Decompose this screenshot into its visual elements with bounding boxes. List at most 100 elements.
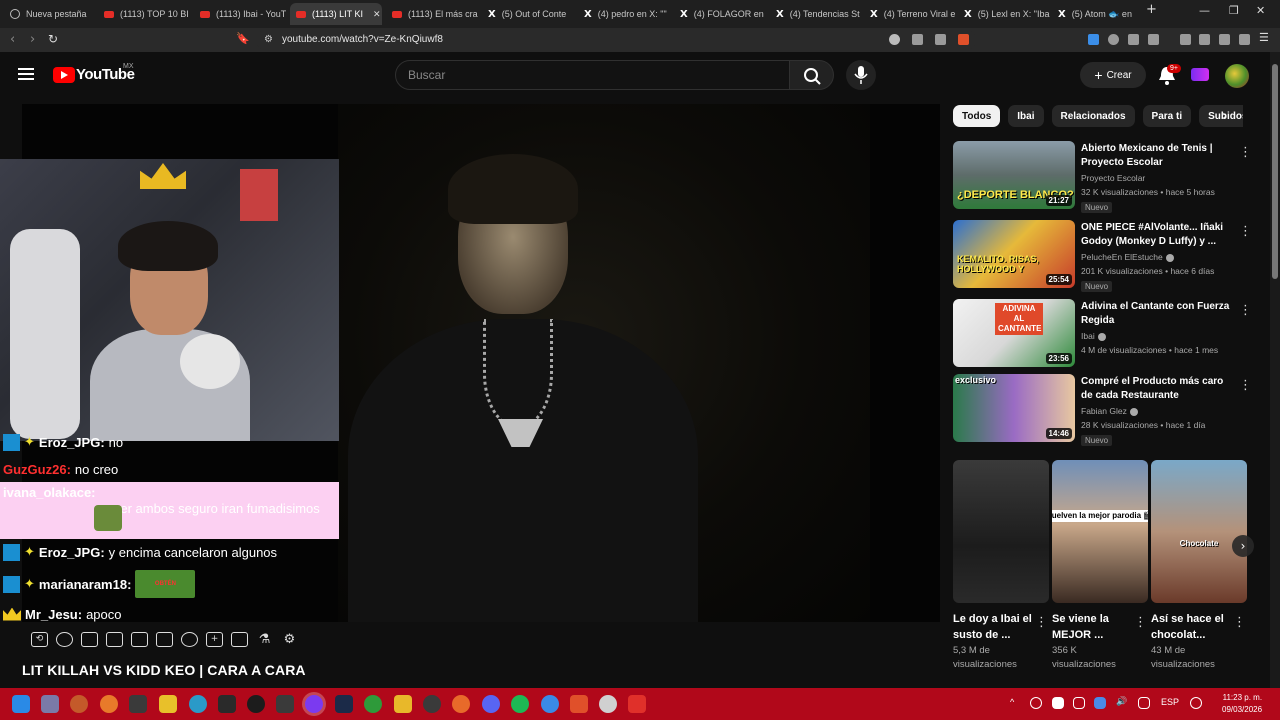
tab-youtube-mas-cra[interactable]: (1113) El más cra <box>386 3 478 25</box>
xbox-icon[interactable] <box>364 695 382 713</box>
speed-icon[interactable] <box>181 631 198 647</box>
app-icon[interactable] <box>70 695 88 713</box>
theater-mode-icon[interactable] <box>156 631 173 647</box>
site-info-icon[interactable]: ⚙ <box>264 34 273 45</box>
tab-x-lexl[interactable]: X (5) Lexl en X: "Iba <box>958 3 1050 25</box>
chevron-right-icon[interactable]: › <box>1222 108 1228 124</box>
extension-icon[interactable] <box>1088 34 1099 45</box>
chevron-up-icon[interactable]: ^ <box>1010 697 1014 707</box>
minimize-icon[interactable]: — <box>1199 4 1210 17</box>
create-button[interactable]: + Crear <box>1080 62 1146 88</box>
extension-icon[interactable] <box>1108 34 1119 45</box>
tray-icon[interactable] <box>1052 697 1064 709</box>
wallet-icon[interactable] <box>1219 34 1230 45</box>
broadcast-icon[interactable] <box>56 631 73 647</box>
more-options-icon[interactable]: ⋮ <box>1239 145 1252 160</box>
more-options-icon[interactable]: ⋮ <box>1239 303 1252 318</box>
short-title[interactable]: Le doy a Ibai el susto de ... <box>953 611 1035 643</box>
account-avatar[interactable] <box>1225 64 1249 88</box>
firefox-icon[interactable] <box>452 695 470 713</box>
chrome-icon[interactable] <box>541 695 559 713</box>
recommendation-item[interactable]: KEMALITO. RISAS, HOLLYWOOD Y 25:54 ONE P… <box>953 220 1253 294</box>
short-item[interactable]: Le doy a Ibai el susto de ... 5,3 M de v… <box>953 460 1049 676</box>
close-window-icon[interactable]: ✕ <box>1256 4 1265 17</box>
close-tab-icon[interactable]: ✕ <box>373 9 381 20</box>
app-icon[interactable] <box>129 695 147 713</box>
chip-ibai[interactable]: Ibai <box>1008 105 1044 127</box>
folder-icon[interactable] <box>394 695 412 713</box>
short-thumbnail[interactable]: Chocolate <box>1151 460 1247 603</box>
recommendation-item[interactable]: exclusivo 14:46 Compré el Producto más c… <box>953 374 1253 448</box>
video-thumbnail[interactable]: ¿DEPORTE BLANCO? 21:27 <box>953 141 1075 209</box>
brave-icon[interactable] <box>570 695 588 713</box>
share-icon[interactable] <box>935 34 946 45</box>
recommendation-title[interactable]: Adivina el Cantante con Fuerza Regida <box>1081 300 1233 328</box>
app-icon[interactable] <box>100 695 118 713</box>
flask-icon[interactable]: ⚗ <box>256 632 273 647</box>
page-scrollbar[interactable] <box>1270 52 1280 688</box>
hamburger-menu-icon[interactable] <box>18 68 34 80</box>
app-icon[interactable] <box>628 695 646 713</box>
bookmark-icon[interactable]: 🔖 <box>236 32 250 45</box>
tab-youtube-lit-killah[interactable]: (1113) LIT KI ✕ <box>290 3 382 25</box>
extension-icon[interactable] <box>1148 34 1159 45</box>
media-icon[interactable] <box>1180 34 1191 45</box>
loop-icon[interactable]: ⟲ <box>31 631 48 647</box>
new-tab-button[interactable]: + <box>1146 2 1157 17</box>
spotify-icon[interactable] <box>511 695 529 713</box>
tray-icon[interactable] <box>1030 697 1042 709</box>
video-thumbnail[interactable]: ADIVINA AL CANTANTE 23:56 <box>953 299 1075 367</box>
voice-search-button[interactable] <box>846 60 876 90</box>
edge-icon[interactable] <box>189 695 207 713</box>
channel-name[interactable]: Ibai <box>1081 331 1106 341</box>
tab-youtube-top10[interactable]: (1113) TOP 10 BI <box>98 3 190 25</box>
menu-icon[interactable]: ☰ <box>1259 31 1270 44</box>
tab-x-folagor[interactable]: X (4) FOLAGOR en <box>674 3 766 25</box>
channel-name[interactable]: Fabian Glez <box>1081 406 1138 416</box>
tab-x-pedro[interactable]: X (4) pedro en X: "" <box>578 3 670 25</box>
tab-new-tab[interactable]: Nueva pestaña <box>4 3 94 25</box>
back-icon[interactable]: ‹ <box>10 32 15 47</box>
app-icon[interactable] <box>247 695 265 713</box>
video-thumbnail[interactable]: exclusivo 14:46 <box>953 374 1075 442</box>
taskbar-clock[interactable]: 11:23 p. m. 09/03/2026 <box>1222 692 1262 716</box>
url-field[interactable]: youtube.com/watch?v=Ze-KnQiuwf8 <box>256 30 976 50</box>
more-options-icon[interactable]: ⋮ <box>1239 378 1252 393</box>
short-item[interactable]: Chocolate Así se hace el chocolat... 43 … <box>1151 460 1247 676</box>
twitch-extension-icon[interactable] <box>1191 68 1209 81</box>
steam-icon[interactable] <box>1094 697 1106 709</box>
chip-for-you[interactable]: Para ti <box>1142 105 1192 127</box>
screenshot-icon[interactable] <box>231 631 248 647</box>
tab-x-terreno-viral[interactable]: X (4) Terreno Viral e <box>864 3 956 25</box>
language-indicator[interactable]: ESP <box>1161 697 1179 707</box>
tray-icon[interactable] <box>1190 697 1202 709</box>
scrollbar-thumb[interactable] <box>1272 64 1278 279</box>
network-icon[interactable] <box>1138 697 1150 709</box>
recommendation-item[interactable]: ¿DEPORTE BLANCO? 21:27 Abierto Mexicano … <box>953 141 1253 215</box>
restore-icon[interactable]: ❐ <box>1229 4 1239 17</box>
more-options-icon[interactable]: ⋮ <box>1035 615 1048 630</box>
windows-start-icon[interactable] <box>12 695 30 713</box>
app-icon[interactable] <box>41 695 59 713</box>
recommendation-item[interactable]: ADIVINA AL CANTANTE 23:56 Adivina el Can… <box>953 299 1253 373</box>
app-icon[interactable] <box>218 695 236 713</box>
photoshop-icon[interactable] <box>335 695 353 713</box>
search-input[interactable] <box>395 60 790 90</box>
tab-x-tendencias[interactable]: X (4) Tendencias St <box>770 3 862 25</box>
volume-icon[interactable]: 🔊 <box>1116 697 1127 707</box>
reload-icon[interactable]: ↻ <box>48 32 58 46</box>
forward-icon[interactable]: › <box>30 32 35 47</box>
tab-x-atom[interactable]: X (5) Atom 🐟 en <box>1052 3 1138 25</box>
search-button[interactable] <box>789 60 834 90</box>
youtube-logo-icon[interactable] <box>53 67 75 83</box>
picture-in-picture-icon[interactable] <box>131 631 148 647</box>
recommendation-title[interactable]: ONE PIECE #AlVolante... Iñaki Godoy (Mon… <box>1081 221 1233 249</box>
brave-shield-icon[interactable] <box>958 34 969 45</box>
app-icon[interactable] <box>276 695 294 713</box>
recommendation-title[interactable]: Compré el Producto más caro de cada Rest… <box>1081 375 1233 403</box>
app-icon[interactable] <box>305 695 323 713</box>
short-thumbnail[interactable]: Vuelven la mejor parodia 🎬 <box>1052 460 1148 603</box>
zoom-icon[interactable] <box>889 34 900 45</box>
chip-related[interactable]: Relacionados <box>1051 105 1135 127</box>
extensions-puzzle-icon[interactable] <box>1128 34 1139 45</box>
